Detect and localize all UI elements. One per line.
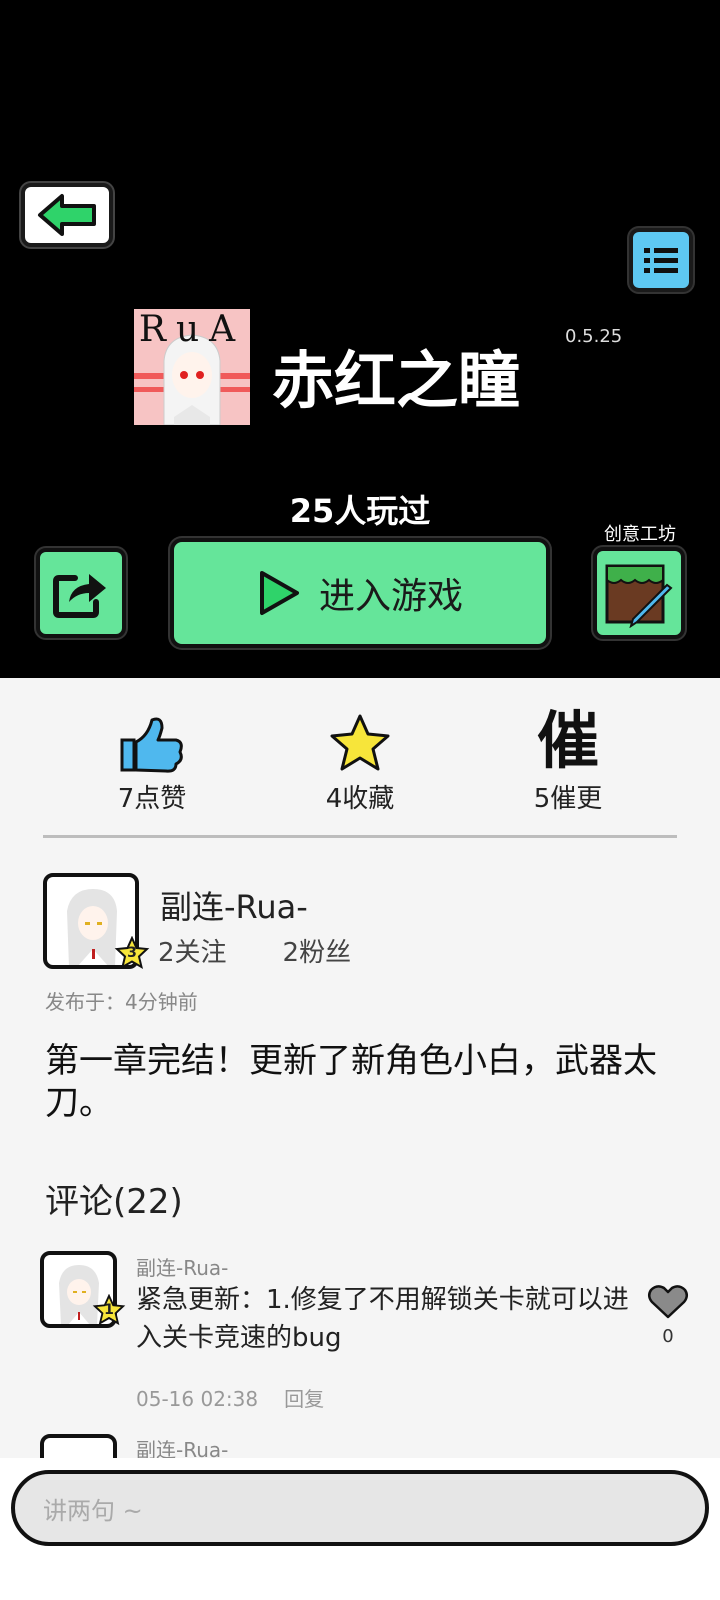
like-stat[interactable]: 7点赞 <box>72 708 232 815</box>
comment-input-placeholder: 讲两句 ~ <box>43 1496 143 1525</box>
thumbs-up-icon <box>120 717 183 773</box>
game-version: 0.5.25 <box>565 326 623 347</box>
comment-time: 05-16 02:38 <box>136 1387 259 1411</box>
urge-icon: 催 <box>536 704 599 777</box>
author-level: 3 <box>127 945 137 961</box>
comment-text: 紧急更新：1.修复了不用解锁关卡就可以进入关卡竞速的bug <box>136 1285 629 1353</box>
workshop-button[interactable] <box>593 547 685 639</box>
comment-username[interactable]: 副连-Rua- <box>136 1252 228 1281</box>
cover-title: RuA <box>138 309 246 350</box>
author-level-badge: 3 <box>114 936 150 970</box>
following-count[interactable]: 2关注 <box>158 938 227 968</box>
star-icon <box>330 714 390 771</box>
share-button[interactable] <box>36 548 126 638</box>
likes-count: 7点赞 <box>117 784 187 814</box>
comments-title: 评论(22) <box>45 1182 183 1222</box>
back-button[interactable] <box>21 183 113 247</box>
heart-icon <box>648 1285 688 1319</box>
comment-input-bar: 讲两句 ~ <box>0 1458 720 1600</box>
stats-bar: 7点赞 4收藏 催 5催更 <box>0 708 720 818</box>
comment-like-button[interactable]: 0 <box>646 1284 690 1347</box>
urges-count: 5催更 <box>533 784 603 814</box>
comment-input[interactable]: 讲两句 ~ <box>11 1470 709 1546</box>
followers-count[interactable]: 2粉丝 <box>283 938 352 968</box>
divider <box>43 835 677 838</box>
list-icon <box>644 248 678 273</box>
urge-stat[interactable]: 催 5催更 <box>488 708 648 815</box>
enter-game-button[interactable]: 进入游戏 <box>170 538 550 648</box>
post-time: 发布于：4分钟前 <box>45 990 198 1014</box>
game-cover-image: RuA <box>134 309 250 425</box>
workshop-label: 创意工坊 <box>604 524 676 545</box>
comment-level-badge: 1 <box>92 1294 126 1326</box>
comment-level: 1 <box>104 1302 114 1318</box>
enter-game-label: 进入游戏 <box>318 576 463 617</box>
reply-button[interactable]: 回复 <box>284 1387 324 1411</box>
author-name[interactable]: 副连-Rua- <box>160 882 308 928</box>
workshop-edit-icon <box>605 564 673 628</box>
favorites-count: 4收藏 <box>325 784 395 814</box>
post-body: 第一章完结！更新了新角色小白，武器太刀。 <box>45 1041 657 1123</box>
back-arrow-icon <box>38 194 96 236</box>
menu-button[interactable] <box>629 228 693 292</box>
play-icon <box>259 571 299 615</box>
comment-meta: 05-16 02:38 回复 <box>136 1383 324 1412</box>
game-title: 赤红之瞳 <box>272 344 521 417</box>
game-header: RuA 赤红之瞳 0.5.25 25人玩过 进入游戏 创意工坊 <box>0 0 720 678</box>
favorite-stat[interactable]: 4收藏 <box>280 708 440 815</box>
author-follow-stats: 2关注 2粉丝 <box>158 932 351 969</box>
share-icon <box>53 574 106 618</box>
comment-like-count: 0 <box>662 1326 674 1347</box>
